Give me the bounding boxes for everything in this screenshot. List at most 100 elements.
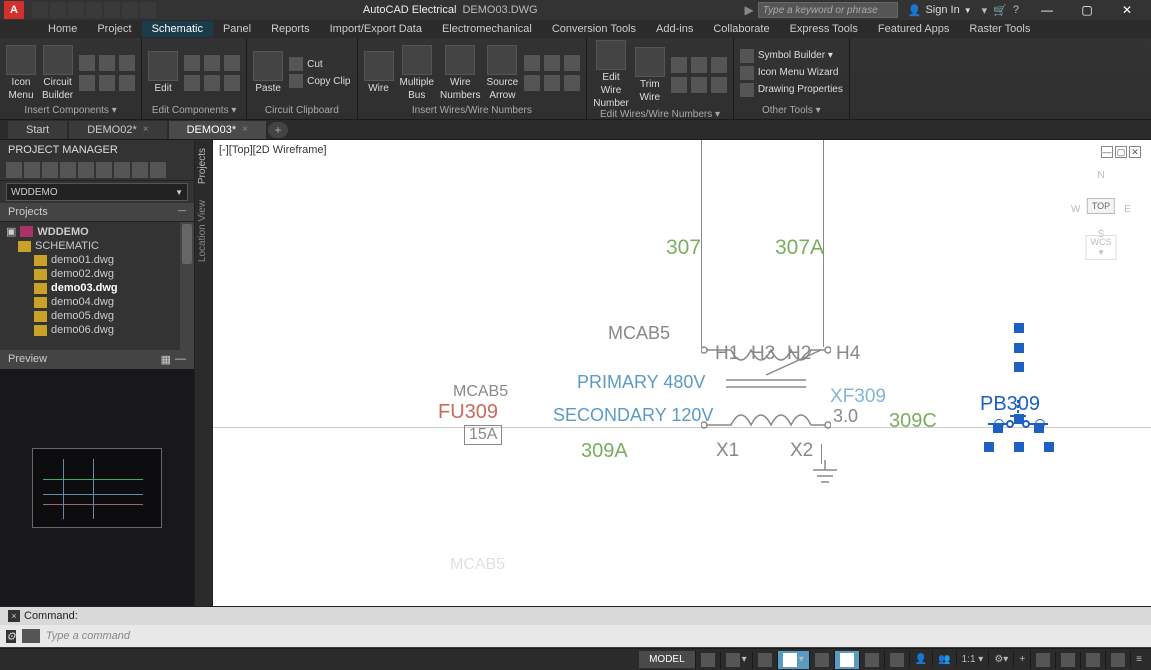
ribbon-small-icon[interactable] <box>79 55 95 71</box>
status-person2-icon[interactable]: 👥 <box>932 652 955 667</box>
app-logo[interactable]: A <box>4 1 24 19</box>
schematic-label-mcab5[interactable]: MCAB5 <box>608 323 670 344</box>
ribbon-small-icon[interactable] <box>524 75 540 91</box>
ribbon-small-icon[interactable] <box>671 57 687 73</box>
schematic-label-15a[interactable]: 15A <box>464 425 502 445</box>
pm-next-icon[interactable] <box>78 162 94 178</box>
menu-tab-express-tools[interactable]: Express Tools <box>780 21 868 37</box>
panel-title[interactable]: Edit Components ▾ <box>148 105 240 117</box>
tree-file-demo06-dwg[interactable]: demo06.dwg <box>4 323 190 337</box>
qat-new-icon[interactable] <box>32 2 48 18</box>
ribbon-small-icon[interactable] <box>691 77 707 93</box>
ribbon-small-icon[interactable] <box>564 75 580 91</box>
tree-file-demo04-dwg[interactable]: demo04.dwg <box>4 295 190 309</box>
schematic-label-309a[interactable]: 309A <box>581 440 628 463</box>
schematic-label-x2[interactable]: X2 <box>790 440 813 462</box>
panel-title[interactable]: Insert Wires/Wire Numbers <box>364 105 581 117</box>
menu-tab-electromechanical[interactable]: Electromechanical <box>432 21 542 37</box>
ribbon-small-icon[interactable] <box>184 55 200 71</box>
ribbon-small-icon[interactable] <box>204 55 220 71</box>
ribbon-small-icon[interactable] <box>524 55 540 71</box>
wire-button[interactable]: Wire <box>364 51 394 94</box>
exchange-icon[interactable]: ▾ <box>982 4 988 17</box>
schematic-label-h1[interactable]: H1 <box>715 343 739 365</box>
status-otrack-icon[interactable] <box>834 651 859 669</box>
selection-grip[interactable] <box>1014 323 1024 333</box>
qat-open-icon[interactable] <box>50 2 66 18</box>
pm-prev-icon[interactable] <box>60 162 76 178</box>
schematic-label-307[interactable]: 307 <box>666 236 701 260</box>
selection-grip[interactable] <box>984 442 994 452</box>
model-tab[interactable]: MODEL <box>639 651 695 668</box>
schematic-label-primary-480v[interactable]: PRIMARY 480V <box>577 372 705 393</box>
menu-tab-conversion-tools[interactable]: Conversion Tools <box>542 21 646 37</box>
status-monitor-icon[interactable] <box>1080 651 1105 669</box>
menu-tab-schematic[interactable]: Schematic <box>142 21 213 37</box>
schematic-label-mcab5[interactable]: MCAB5 <box>450 556 505 574</box>
schematic-label-secondary-120v[interactable]: SECONDARY 120V <box>553 405 713 426</box>
cmd-close-icon[interactable]: × <box>8 610 20 622</box>
side-tab-projects[interactable]: Projects <box>195 140 212 192</box>
preview-collapse-icon[interactable]: — <box>175 353 186 366</box>
ribbon-small-icon[interactable] <box>224 55 240 71</box>
circuit-builder-button[interactable]: CircuitBuilder <box>42 45 73 101</box>
ribbon-small-icon[interactable] <box>119 75 135 91</box>
status-gear-icon[interactable]: ⚙▾ <box>988 652 1013 667</box>
ribbon-small-icon[interactable] <box>544 75 560 91</box>
tree-scrollbar[interactable] <box>180 222 194 350</box>
ribbon-small-icon[interactable] <box>711 57 727 73</box>
qat-undo-icon[interactable] <box>122 2 138 18</box>
tree-file-demo02-dwg[interactable]: demo02.dwg <box>4 267 190 281</box>
ribbon-small-icon[interactable] <box>99 75 115 91</box>
cmd-tool-icon[interactable]: ⚙ <box>6 630 16 643</box>
preview-tool-icon[interactable]: ▦ <box>161 353 171 366</box>
tree-root[interactable]: ▣WDDEMO <box>4 224 190 239</box>
schematic-label-pb309[interactable]: PB309 <box>980 393 1040 416</box>
status-polar-icon[interactable]: ▾ <box>777 651 809 669</box>
status-snap-icon[interactable]: ▾ <box>720 651 752 669</box>
menu-tab-home[interactable]: Home <box>38 21 87 37</box>
maximize-button[interactable]: ▢ <box>1067 0 1107 20</box>
ribbon-small-icon[interactable] <box>544 55 560 71</box>
ribbon-small-icon[interactable] <box>99 55 115 71</box>
menu-tab-raster-tools[interactable]: Raster Tools <box>959 21 1040 37</box>
ground-symbol[interactable] <box>811 460 839 488</box>
edit-wire-number-button[interactable]: EditWireNumber <box>593 40 629 109</box>
multiple-bus-button[interactable]: MultipleBus <box>400 45 434 101</box>
project-tree[interactable]: ▣WDDEMOSCHEMATICdemo01.dwgdemo02.dwgdemo… <box>0 222 194 350</box>
pm-open-icon[interactable] <box>24 162 40 178</box>
tree-file-demo03-dwg[interactable]: demo03.dwg <box>4 281 190 295</box>
paste-button[interactable]: Paste <box>253 51 283 94</box>
schematic-label-307a[interactable]: 307A <box>775 236 824 260</box>
copy-clip-button[interactable]: Copy Clip <box>289 74 350 88</box>
pm-help-icon[interactable] <box>150 162 166 178</box>
menu-tab-reports[interactable]: Reports <box>261 21 320 37</box>
pm-refresh-icon[interactable] <box>42 162 58 178</box>
ribbon-small-icon[interactable] <box>564 55 580 71</box>
minimize-button[interactable]: — <box>1027 0 1067 20</box>
menu-tab-import-export-data[interactable]: Import/Export Data <box>320 21 432 37</box>
icon-menu-wizard-button[interactable]: Icon Menu Wizard <box>740 66 843 80</box>
menu-tab-add-ins[interactable]: Add-ins <box>646 21 703 37</box>
menu-tab-collaborate[interactable]: Collaborate <box>703 21 779 37</box>
icon-menu-button[interactable]: IconMenu <box>6 45 36 101</box>
projects-accordion[interactable]: Projects— <box>0 203 194 222</box>
qat-print-icon[interactable] <box>104 2 120 18</box>
cart-icon[interactable]: 🛒 <box>993 4 1007 17</box>
preview-header[interactable]: Preview ▦— <box>0 350 194 369</box>
status-grid-icon[interactable] <box>695 651 720 669</box>
ribbon-small-icon[interactable] <box>79 75 95 91</box>
schematic-label-h4[interactable]: H4 <box>836 343 860 365</box>
schematic-label-mcab5[interactable]: MCAB5 <box>453 383 508 401</box>
selection-grip[interactable] <box>1014 362 1024 372</box>
selection-grip[interactable] <box>1014 414 1024 424</box>
menu-tab-project[interactable]: Project <box>87 21 141 37</box>
menu-tab-featured-apps[interactable]: Featured Apps <box>868 21 960 37</box>
project-combo[interactable]: WDDEMO▼ <box>6 183 188 201</box>
status-clean-icon[interactable] <box>1105 651 1130 669</box>
signin-button[interactable]: 👤 Sign In ▼ <box>908 4 972 17</box>
drawing-canvas[interactable]: [-][Top][2D Wireframe] — ▢ ✕ N W TOP E S… <box>213 140 1151 606</box>
status-layers-icon[interactable] <box>1030 651 1055 669</box>
schematic-label-x1[interactable]: X1 <box>716 440 739 462</box>
qat-redo-icon[interactable] <box>140 2 156 18</box>
